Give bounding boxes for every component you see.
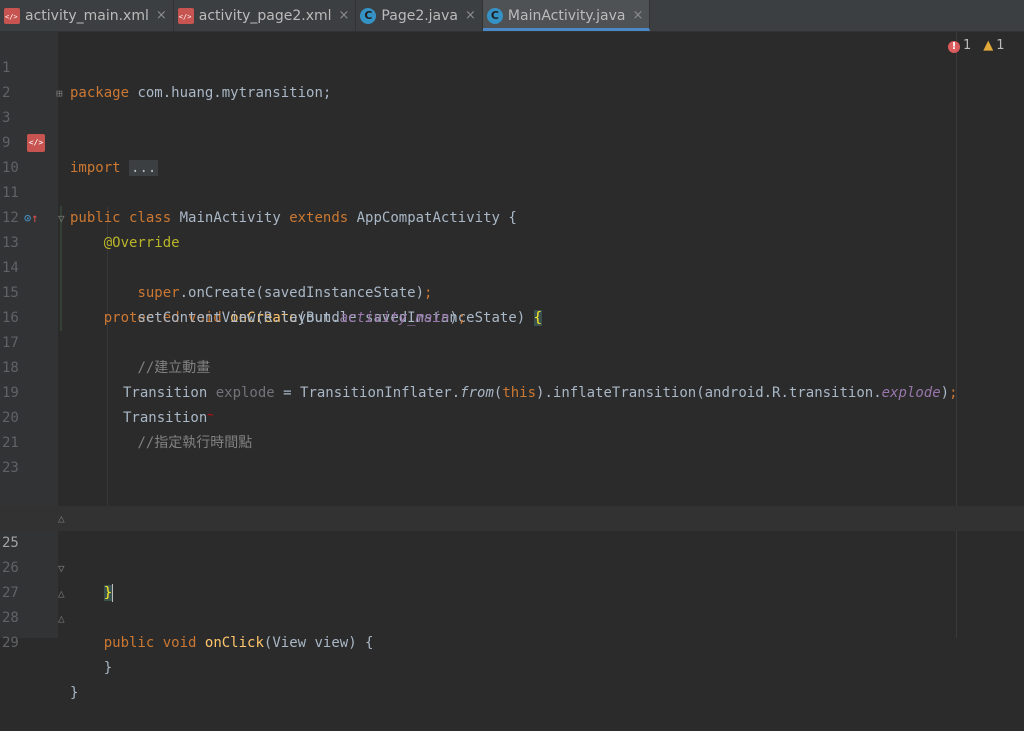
fold-end-icon[interactable]: △ bbox=[58, 506, 65, 531]
code-line[interactable]: 18 Transition explode = TransitionInflat… bbox=[0, 331, 1024, 401]
close-icon[interactable]: × bbox=[339, 8, 350, 23]
line-number: 23 bbox=[2, 460, 19, 476]
code-line[interactable]: 24 bbox=[0, 481, 1024, 526]
tab-mainactivity-java[interactable]: MainActivity.java × bbox=[482, 0, 651, 31]
tab-activity-page2-xml[interactable]: activity_page2.xml × bbox=[174, 0, 357, 31]
code-line[interactable]: 29 △ } bbox=[0, 606, 1024, 701]
code-line[interactable]: 16 bbox=[0, 281, 1024, 326]
method-name: onClick bbox=[204, 635, 264, 651]
java-class-icon bbox=[360, 7, 377, 24]
tab-label: activity_page2.xml bbox=[198, 7, 332, 24]
code-line[interactable]: 26 bbox=[0, 531, 1024, 576]
tab-label: Page2.java bbox=[381, 7, 459, 24]
code-line[interactable]: 15 setContentView(R.layout.activity_main… bbox=[0, 256, 1024, 326]
close-icon[interactable]: × bbox=[465, 8, 476, 23]
code-line[interactable]: 3 ⊞ import ... bbox=[0, 81, 1024, 176]
code-line[interactable]: 19 Transition~ bbox=[0, 356, 1024, 426]
code-line[interactable]: 28 △ } bbox=[0, 581, 1024, 676]
code-text: } bbox=[70, 685, 79, 701]
tab-label: MainActivity.java bbox=[507, 7, 626, 24]
keyword: public bbox=[103, 635, 155, 651]
xml-layout-icon bbox=[4, 7, 20, 24]
code-line[interactable]: 20 //指定執行時間點 bbox=[0, 381, 1024, 451]
code-line[interactable]: 14 super.onCreate(savedInstanceState); bbox=[0, 231, 1024, 301]
code-line[interactable]: 13 ⊙↑ ▽ protected void onCreate(Bundle s… bbox=[0, 206, 1024, 326]
fold-collapse-icon[interactable]: ▽ bbox=[58, 206, 65, 231]
code-line[interactable]: 21 bbox=[0, 406, 1024, 451]
code-line[interactable]: 17 //建立動畫 bbox=[0, 306, 1024, 376]
code-line[interactable]: 9 bbox=[0, 106, 1024, 151]
code-text: } bbox=[103, 660, 113, 676]
tab-page2-java[interactable]: Page2.java × bbox=[356, 0, 483, 31]
fold-collapse-icon[interactable]: ▽ bbox=[58, 556, 65, 581]
fold-end-icon[interactable]: △ bbox=[58, 606, 65, 631]
java-class-icon bbox=[486, 7, 503, 24]
tab-label: activity_main.xml bbox=[25, 7, 149, 24]
keyword: void bbox=[162, 635, 197, 651]
layout-file-icon[interactable]: </> bbox=[27, 134, 45, 152]
code-line[interactable]: 12 @Override bbox=[0, 181, 1024, 251]
override-method-icon[interactable]: ⊙↑ bbox=[24, 206, 38, 231]
code-line[interactable]: 23 bbox=[0, 431, 1024, 476]
code-line[interactable]: 27 ▽ public void onClick(View view) { bbox=[0, 556, 1024, 651]
xml-layout-icon bbox=[177, 7, 194, 24]
fold-expand-icon[interactable]: ⊞ bbox=[56, 81, 63, 106]
editor-tab-bar: activity_main.xml × activity_page2.xml ×… bbox=[0, 0, 1024, 32]
line-number: 29 bbox=[2, 635, 19, 651]
code-line[interactable]: 1 package com.huang.mytransition; bbox=[0, 31, 1024, 101]
code-editor[interactable]: 1 package com.huang.mytransition; 2 3 ⊞ … bbox=[0, 31, 1024, 701]
close-icon[interactable]: × bbox=[633, 8, 644, 23]
code-line[interactable]: 2 bbox=[0, 56, 1024, 101]
fold-end-icon[interactable]: △ bbox=[58, 581, 65, 606]
code-text: (View view) { bbox=[263, 635, 374, 651]
code-line[interactable]: 11 bbox=[0, 156, 1024, 201]
code-line[interactable]: 10 </> public class MainActivity extends… bbox=[0, 131, 1024, 226]
close-icon[interactable]: × bbox=[156, 8, 167, 23]
tab-activity-main-xml[interactable]: activity_main.xml × bbox=[0, 0, 174, 31]
current-line[interactable]: 25 △ } bbox=[0, 506, 1024, 602]
